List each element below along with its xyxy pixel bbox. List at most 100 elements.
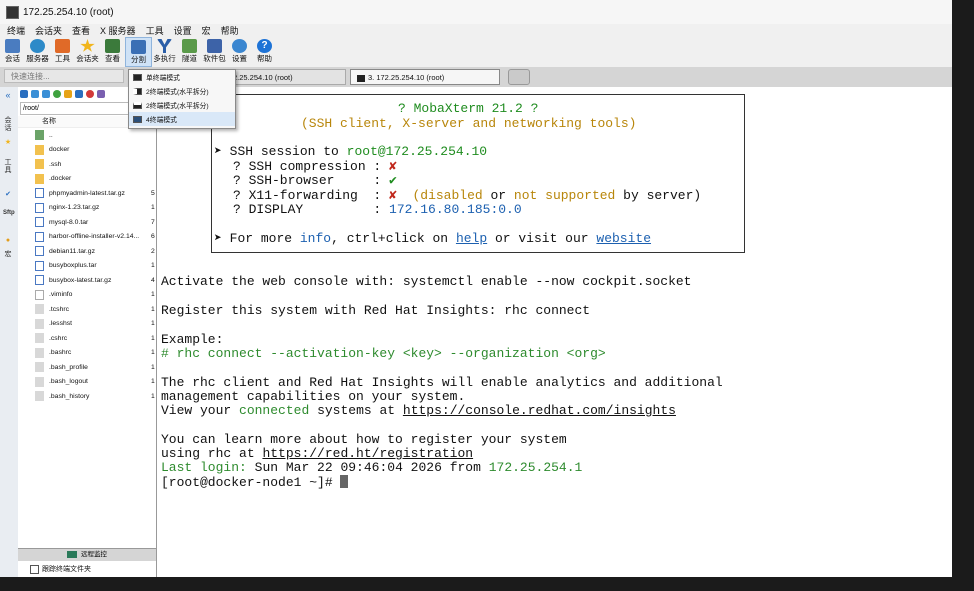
menu-tools[interactable]: 工具 bbox=[146, 24, 164, 37]
file-row[interactable]: .docker bbox=[18, 172, 156, 187]
menu-view[interactable]: 查看 bbox=[72, 24, 90, 37]
tab-session-3[interactable]: 3. 172.25.254.10 (root) bbox=[350, 69, 500, 85]
rename-icon[interactable] bbox=[97, 90, 105, 98]
file-row[interactable]: busyboxplus.tar 1 bbox=[18, 259, 156, 274]
file-name: harbor-offline-installer-v2.14... bbox=[49, 233, 140, 241]
sidebar-tab-sessions[interactable]: 会话 bbox=[3, 117, 13, 133]
quick-connect-input[interactable]: 快速连接... bbox=[4, 69, 124, 83]
shell-prompt[interactable]: [root@docker-node1 ~]# bbox=[161, 475, 349, 490]
session-button[interactable]: 会话 bbox=[0, 37, 25, 67]
file-row[interactable]: .bash_profile 1 bbox=[18, 360, 156, 375]
split-button[interactable]: 分割 bbox=[125, 37, 152, 67]
remote-monitoring-button[interactable]: 远程监控 bbox=[18, 548, 156, 561]
collapse-icon[interactable]: « bbox=[3, 91, 13, 100]
folder-icon bbox=[35, 159, 44, 170]
packages-button[interactable]: 软件包 bbox=[202, 37, 227, 67]
file-row[interactable]: .tcshrc 1 bbox=[18, 302, 156, 317]
vertical-split-icon bbox=[133, 87, 142, 95]
menu-help[interactable]: 帮助 bbox=[221, 24, 239, 37]
file-size: 1 bbox=[151, 378, 155, 386]
file-row[interactable]: debian11.tar.gz 2 bbox=[18, 244, 156, 259]
multiexec-button[interactable]: 多执行 bbox=[152, 37, 177, 67]
file-name: .docker bbox=[49, 175, 72, 183]
insights-link[interactable]: https://console.redhat.com/insights bbox=[403, 403, 676, 418]
file-row[interactable]: .viminfo 1 bbox=[18, 288, 156, 303]
sidebar-tab-macros[interactable]: 宏 bbox=[3, 251, 13, 259]
new-file-icon[interactable] bbox=[75, 90, 83, 98]
file-row[interactable]: docker bbox=[18, 143, 156, 158]
sidebar-tab-sftp[interactable]: Sftp bbox=[3, 209, 15, 217]
file-size: 1 bbox=[151, 363, 155, 371]
file-name: busyboxplus.tar bbox=[49, 262, 97, 270]
servers-icon bbox=[30, 39, 45, 53]
folder-icon bbox=[35, 173, 44, 184]
file-list: .. docker .ssh .docker phpmyadmin-latest.tar… bbox=[18, 128, 156, 404]
new-tab-button[interactable] bbox=[508, 69, 530, 85]
file-row[interactable]: phpmyadmin-latest.tar.gz 5 bbox=[18, 186, 156, 201]
split-mode-menu: 单终端模式 2终端模式(水平拆分) 2终端模式(水平拆分) 4终端模式 bbox=[128, 69, 236, 129]
tunnel-button[interactable]: 隧道 bbox=[177, 37, 202, 67]
view-button[interactable]: 查看 bbox=[100, 37, 125, 67]
file-icon bbox=[35, 231, 44, 242]
refresh-icon[interactable] bbox=[53, 90, 61, 98]
file-row[interactable]: .lesshst 1 bbox=[18, 317, 156, 332]
settings-button[interactable]: 设置 bbox=[227, 37, 252, 67]
file-size: 1 bbox=[151, 305, 155, 313]
terminal-output[interactable]: ? MobaXterm 21.2 ? (SSH client, X-server… bbox=[157, 87, 952, 577]
file-row[interactable]: harbor-offline-installer-v2.14... 6 bbox=[18, 230, 156, 245]
sessions-folder-button[interactable]: 会话夹 bbox=[75, 37, 100, 67]
two-terminal-split-item[interactable]: 2终端模式(水平拆分) bbox=[129, 98, 235, 112]
file-size: 7 bbox=[151, 218, 155, 226]
file-row[interactable]: mysql-8.0.tar 7 bbox=[18, 215, 156, 230]
file-name: .bashrc bbox=[49, 349, 72, 357]
file-row[interactable]: busybox-latest.tar.gz 4 bbox=[18, 273, 156, 288]
file-row[interactable]: .ssh bbox=[18, 157, 156, 172]
view-systems-line: View your connected systems at https://c… bbox=[161, 403, 676, 418]
tools-button[interactable]: 工具 bbox=[50, 37, 75, 67]
upload-icon[interactable] bbox=[42, 90, 50, 98]
new-folder-icon[interactable] bbox=[64, 90, 72, 98]
menu-macros[interactable]: 宏 bbox=[202, 24, 211, 37]
follow-terminal-folder-checkbox[interactable]: 跟踪终端文件夹 bbox=[30, 564, 91, 574]
sidebar-tab-tools[interactable]: 工具 bbox=[3, 159, 13, 175]
menu-settings[interactable]: 设置 bbox=[174, 24, 192, 37]
four-terminal-mode-item[interactable]: 4终端模式 bbox=[129, 112, 235, 126]
single-terminal-mode-item[interactable]: 单终端模式 bbox=[129, 70, 235, 84]
ssh-compression-line: ? SSH compression : ✘ bbox=[233, 159, 397, 174]
four-pane-icon bbox=[133, 115, 142, 123]
file-size: 1 bbox=[151, 204, 155, 212]
help-icon: ? bbox=[257, 39, 272, 53]
file-row[interactable]: .. bbox=[18, 128, 156, 143]
help-button[interactable]: ? 帮助 bbox=[252, 37, 277, 67]
two-terminal-horizontal-item[interactable]: 2终端模式(水平拆分) bbox=[129, 84, 235, 98]
file-row[interactable]: .bashrc 1 bbox=[18, 346, 156, 361]
tab-session-2[interactable]: 2.25.254.10 (root) bbox=[226, 69, 346, 85]
file-row[interactable]: nginx-1.23.tar.gz 1 bbox=[18, 201, 156, 216]
more-info-line: ➤ For more info, ctrl+click on help or v… bbox=[214, 231, 652, 246]
register-line: Register this system with Red Hat Insigh… bbox=[161, 303, 591, 318]
menu-xserver[interactable]: X 服务器 bbox=[100, 24, 136, 37]
menu-sessions[interactable]: 会话夹 bbox=[35, 24, 62, 37]
rhc-command-line: # rhc connect --activation-key <key> --o… bbox=[161, 346, 606, 361]
x11-forwarding-line: ? X11-forwarding : ✘ (disabled or not su… bbox=[233, 188, 702, 203]
download-icon[interactable] bbox=[31, 90, 39, 98]
menu-bar: 终端 会话夹 查看 X 服务器 工具 设置 宏 帮助 bbox=[0, 24, 952, 37]
window-title: 172.25.254.10 (root) bbox=[23, 6, 114, 18]
file-row[interactable]: .bash_logout 1 bbox=[18, 375, 156, 390]
up-folder-icon[interactable] bbox=[20, 90, 28, 98]
file-size: 1 bbox=[151, 334, 155, 342]
servers-button[interactable]: 服务器 bbox=[25, 37, 50, 67]
menu-terminal[interactable]: 终端 bbox=[7, 24, 25, 37]
file-row[interactable]: .bash_history 1 bbox=[18, 389, 156, 404]
delete-icon[interactable] bbox=[86, 90, 94, 98]
file-name: .cshrc bbox=[49, 334, 68, 342]
file-icon bbox=[35, 391, 44, 402]
packages-icon bbox=[207, 39, 222, 53]
terminal-cursor bbox=[340, 475, 349, 488]
file-icon bbox=[35, 289, 44, 300]
registration-link[interactable]: https://red.ht/registration bbox=[262, 446, 473, 461]
file-name: docker bbox=[49, 146, 70, 154]
tools-icon bbox=[55, 39, 70, 53]
title-bar: 172.25.254.10 (root) bbox=[0, 0, 952, 24]
file-row[interactable]: .cshrc 1 bbox=[18, 331, 156, 346]
